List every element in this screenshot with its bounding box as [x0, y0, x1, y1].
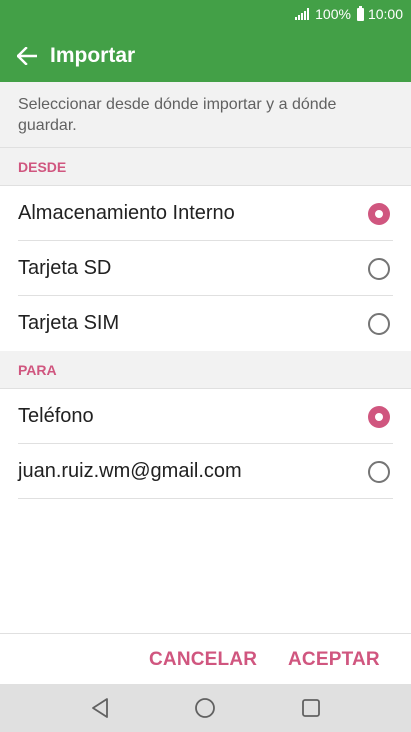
clock: 10:00 — [367, 6, 403, 22]
option-label: juan.ruiz.wm@gmail.com — [18, 460, 242, 482]
radio-unchecked-icon[interactable] — [368, 258, 390, 280]
option-tarjeta-sim[interactable]: Tarjeta SIM — [0, 296, 411, 351]
cancel-button[interactable]: CANCELAR — [149, 634, 257, 685]
radio-checked-icon[interactable] — [368, 406, 390, 428]
option-tarjeta-sd[interactable]: Tarjeta SD — [0, 241, 411, 296]
divider — [18, 498, 393, 499]
option-account-email[interactable]: juan.ruiz.wm@gmail.com — [0, 444, 411, 499]
status-bar: 100% 10:00 — [0, 0, 411, 30]
page-title: Importar — [50, 44, 136, 67]
option-label: Teléfono — [18, 405, 94, 427]
option-label: Almacenamiento Interno — [18, 202, 235, 224]
signal-icon — [295, 8, 311, 20]
battery-icon — [356, 5, 364, 21]
section-header-desde: DESDE — [0, 148, 411, 186]
radio-checked-icon[interactable] — [368, 203, 390, 225]
battery-percent: 100% — [315, 6, 351, 22]
radio-unchecked-icon[interactable] — [368, 461, 390, 483]
dialog-footer: CANCELAR ACEPTAR — [0, 633, 411, 684]
back-nav-icon[interactable] — [86, 694, 114, 722]
home-nav-icon[interactable] — [191, 694, 219, 722]
option-label: Tarjeta SIM — [18, 312, 120, 334]
option-telefono[interactable]: Teléfono — [0, 389, 411, 444]
radio-unchecked-icon[interactable] — [368, 313, 390, 335]
description-text: Seleccionar desde dónde importar y a dón… — [0, 82, 411, 148]
navigation-bar — [0, 684, 411, 732]
option-almacenamiento-interno[interactable]: Almacenamiento Interno — [0, 186, 411, 241]
back-arrow-icon[interactable] — [0, 30, 50, 82]
accept-button[interactable]: ACEPTAR — [288, 634, 380, 685]
option-label: Tarjeta SD — [18, 257, 112, 279]
recents-nav-icon[interactable] — [297, 694, 325, 722]
app-bar: Importar — [0, 30, 411, 82]
section-header-para: PARA — [0, 351, 411, 389]
